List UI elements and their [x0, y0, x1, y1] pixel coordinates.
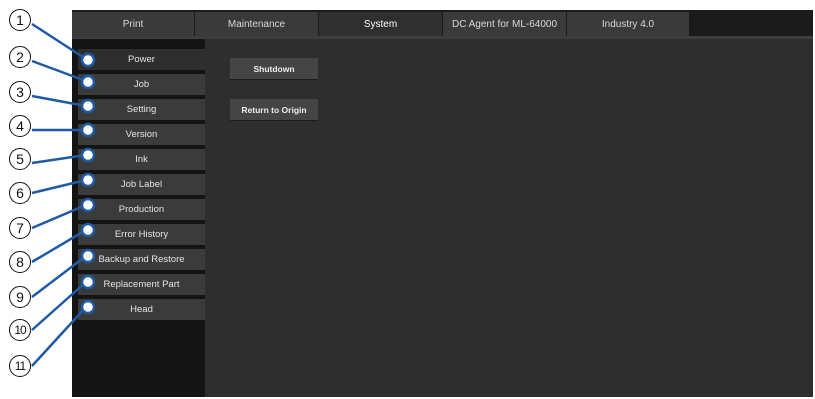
- callout-10: 10: [9, 319, 31, 341]
- callout-4: 4: [9, 115, 31, 137]
- callout-6: 6: [9, 182, 31, 204]
- callout-1: 1: [9, 9, 31, 31]
- callout-2: 2: [9, 46, 31, 68]
- app-window: Print Maintenance System DC Agent for ML…: [72, 10, 813, 397]
- main-content: Shutdown Return to Origin: [205, 39, 813, 397]
- sidebar-item-setting[interactable]: Setting: [78, 99, 205, 120]
- sidebar-item-version[interactable]: Version: [78, 124, 205, 145]
- callout-8: 8: [9, 251, 31, 273]
- tab-bar: Print Maintenance System DC Agent for ML…: [72, 10, 813, 36]
- sidebar-item-power[interactable]: Power: [78, 49, 205, 70]
- callout-7: 7: [9, 217, 31, 239]
- callout-5: 5: [9, 148, 31, 170]
- sidebar-item-backup-restore[interactable]: Backup and Restore: [78, 249, 205, 270]
- tab-system[interactable]: System: [319, 12, 443, 36]
- sidebar-item-ink[interactable]: Ink: [78, 149, 205, 170]
- tab-maintenance[interactable]: Maintenance: [195, 12, 319, 36]
- sidebar-item-head[interactable]: Head: [78, 299, 205, 320]
- tab-industry-4[interactable]: Industry 4.0: [567, 12, 690, 36]
- sidebar-item-job[interactable]: Job: [78, 74, 205, 95]
- tab-print[interactable]: Print: [72, 12, 195, 36]
- tab-dc-agent[interactable]: DC Agent for ML-64000: [443, 12, 567, 36]
- callout-3: 3: [9, 81, 31, 103]
- sidebar-item-production[interactable]: Production: [78, 199, 205, 220]
- callout-11: 11: [9, 355, 31, 377]
- callout-9: 9: [9, 286, 31, 308]
- sidebar: Power Job Setting Version Ink Job Label …: [72, 39, 205, 397]
- sidebar-item-error-history[interactable]: Error History: [78, 224, 205, 245]
- return-to-origin-button[interactable]: Return to Origin: [230, 99, 318, 120]
- sidebar-item-replacement-part[interactable]: Replacement Part: [78, 274, 205, 295]
- shutdown-button[interactable]: Shutdown: [230, 58, 318, 79]
- sidebar-item-job-label[interactable]: Job Label: [78, 174, 205, 195]
